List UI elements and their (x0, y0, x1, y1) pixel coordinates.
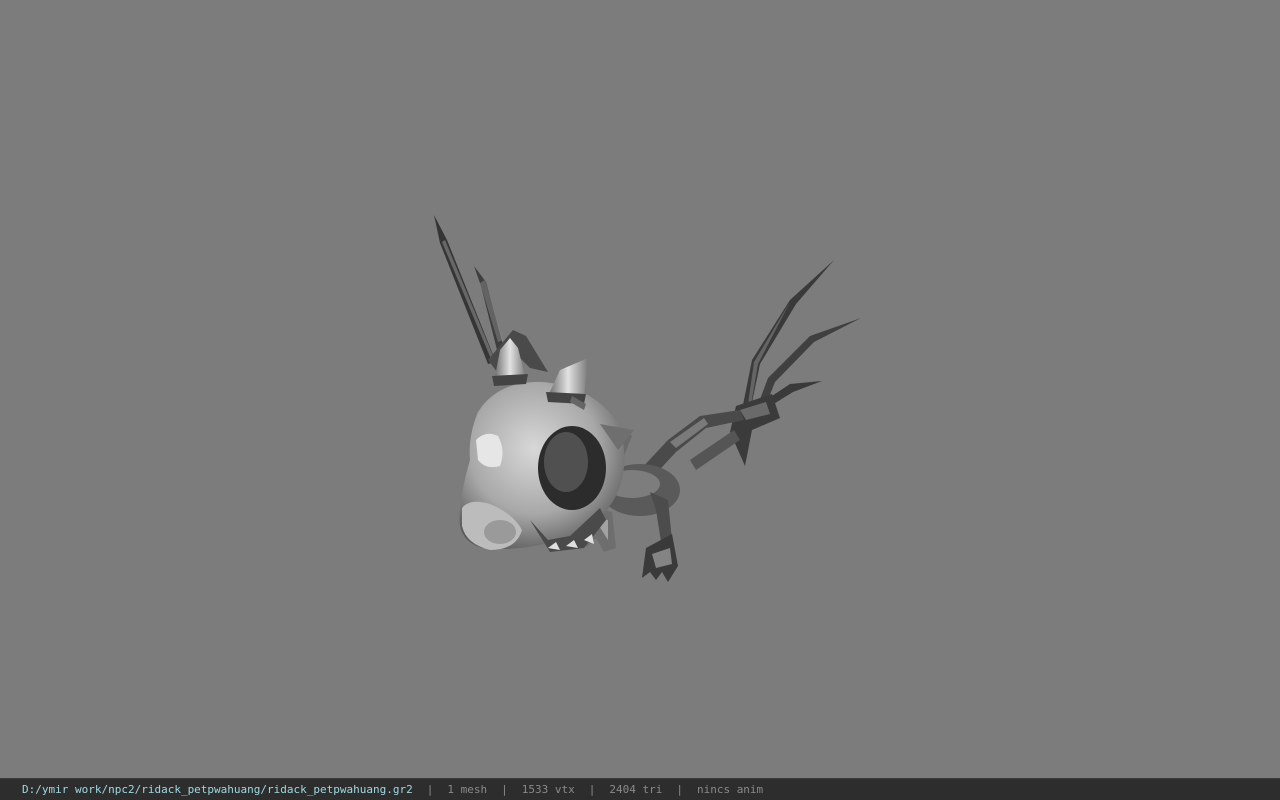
separator: | (501, 783, 508, 796)
dragon-model[interactable] (0, 0, 1280, 778)
mesh-count: 1 mesh (447, 783, 488, 796)
animation-status: nincs anim (696, 783, 764, 796)
status-bar: D:/ymir work/npc2/ridack_petpwahuang/rid… (0, 778, 1280, 800)
vertex-count: 1533 vtx (521, 783, 575, 796)
separator: | (426, 783, 434, 796)
left-wing (434, 215, 548, 376)
right-wing (730, 260, 861, 466)
3d-viewport[interactable] (0, 0, 1280, 778)
triangle-count: 2404 tri (609, 783, 663, 796)
separator: | (588, 783, 596, 796)
file-path: D:/ymir work/npc2/ridack_petpwahuang/rid… (22, 783, 413, 796)
separator: | (676, 783, 683, 796)
